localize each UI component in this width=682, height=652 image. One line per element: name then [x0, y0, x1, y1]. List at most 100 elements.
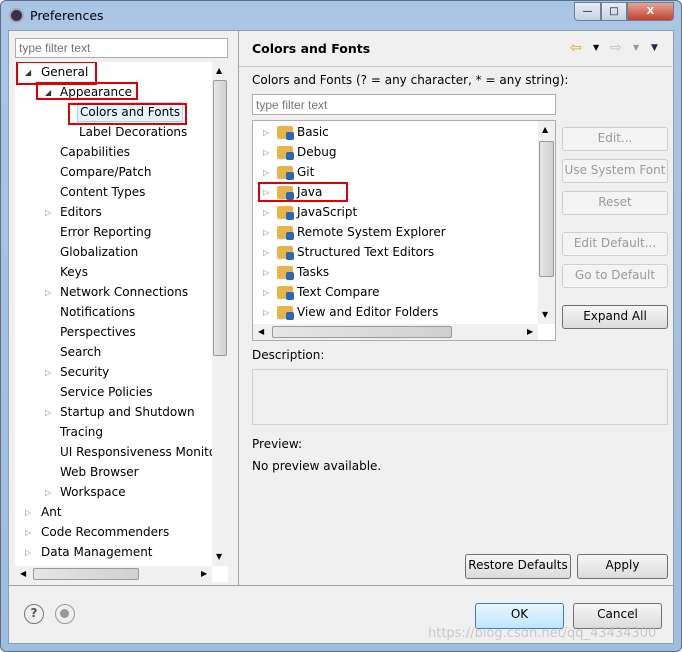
collapsed-arrow-icon[interactable]: ▷ [263, 203, 269, 223]
close-button[interactable]: X [627, 2, 674, 21]
maximize-button[interactable]: □ [601, 2, 627, 21]
scroll-thumb[interactable] [33, 568, 139, 580]
page-title: Colors and Fonts [252, 41, 371, 56]
window-title: Preferences [30, 8, 104, 23]
tree-item[interactable]: Capabilities [15, 142, 212, 162]
tree-item[interactable]: UI Responsiveness Monitoring [15, 442, 228, 462]
apply-button[interactable]: Apply [577, 554, 668, 579]
tree-item[interactable]: Keys [15, 262, 212, 282]
font-folder-icon [277, 206, 294, 220]
tree-item[interactable]: ▷ Startup and Shutdown [15, 402, 212, 422]
tree-item[interactable]: Perspectives [15, 322, 212, 342]
tree-item[interactable]: ▷ Data Management [15, 542, 212, 562]
preference-tree: ◢ General ◢ Appearance Colors and Fonts Label… [15, 62, 228, 582]
scroll-thumb[interactable] [539, 141, 554, 277]
collapsed-arrow-icon[interactable]: ▷ [263, 283, 269, 303]
scroll-thumb[interactable] [213, 80, 227, 356]
category-item[interactable]: ▷ Debug [253, 142, 538, 162]
header-separator [239, 66, 674, 67]
description-label: Description: [252, 348, 325, 362]
go-to-default-button[interactable]: Go to Default [562, 264, 668, 288]
collapsed-arrow-icon[interactable]: ▷ [25, 523, 31, 543]
tree-item[interactable]: ▷ Editors [15, 202, 212, 222]
collapsed-arrow-icon[interactable]: ▷ [45, 363, 51, 383]
tree-item[interactable]: ▷ Ant [15, 502, 212, 522]
tree-item-label: Capabilities [60, 145, 130, 159]
tree-item[interactable]: Error Reporting [15, 222, 212, 242]
tree-item[interactable]: Service Policies [15, 382, 212, 402]
view-menu-icon[interactable]: ▼ [651, 43, 658, 53]
font-folder-icon [277, 226, 294, 240]
back-menu-icon[interactable]: ▼ [593, 43, 599, 52]
category-item[interactable]: ▷ View and Editor Folders [253, 302, 538, 322]
category-item[interactable]: ▷ JavaScript [253, 202, 538, 222]
collapsed-arrow-icon[interactable]: ▷ [45, 203, 51, 223]
edit-default-button[interactable]: Edit Default... [562, 232, 668, 256]
forward-menu-icon[interactable]: ▼ [633, 43, 639, 52]
tree-item[interactable]: Label Decorations [15, 122, 212, 142]
tree-item[interactable]: Content Types [15, 182, 212, 202]
tree-item[interactable]: Compare/Patch [15, 162, 212, 182]
tree-item[interactable]: Web Browser [15, 462, 212, 482]
tree-item-label: Perspectives [60, 325, 136, 339]
eclipse-app-icon [9, 8, 24, 23]
left-filter-input[interactable] [15, 38, 228, 58]
tree-item-label: Network Connections [60, 285, 189, 299]
tree-item-label: Ant [41, 505, 62, 519]
collapsed-arrow-icon[interactable]: ▷ [263, 263, 269, 283]
font-folder-icon [277, 246, 294, 260]
tree-item[interactable]: ▷ Code Recommenders [15, 522, 212, 542]
tree-item-label: Compare/Patch [60, 165, 152, 179]
restore-defaults-button[interactable]: Restore Defaults [465, 554, 571, 579]
category-item[interactable]: ▷ Tasks [253, 262, 538, 282]
collapsed-arrow-icon[interactable]: ▷ [263, 123, 269, 143]
record-icon[interactable] [55, 604, 75, 624]
tree-horizontal-scrollbar[interactable]: ◀ ▶ [15, 566, 212, 582]
collapsed-arrow-icon[interactable]: ▷ [263, 163, 269, 183]
category-label: Tasks [297, 265, 330, 279]
tree-vertical-scrollbar[interactable]: ▲ ▼ [212, 62, 228, 566]
expand-all-button[interactable]: Expand All [562, 305, 668, 329]
back-arrow-icon[interactable]: ⇦ [570, 40, 582, 56]
tree-item[interactable]: ▷ Workspace [15, 482, 212, 502]
collapsed-arrow-icon[interactable]: ▷ [263, 303, 269, 323]
tree-item[interactable]: ▷ Network Connections [15, 282, 212, 302]
right-tree-horizontal-scrollbar[interactable]: ◀ ▶ [253, 324, 538, 340]
category-label: Git [297, 165, 315, 179]
edit-button[interactable]: Edit... [562, 127, 668, 151]
collapsed-arrow-icon[interactable]: ▷ [263, 223, 269, 243]
collapsed-arrow-icon[interactable]: ▷ [45, 483, 51, 503]
tree-item[interactable]: ▷ Security [15, 362, 212, 382]
tree-item[interactable]: Notifications [15, 302, 212, 322]
collapsed-arrow-icon[interactable]: ▷ [45, 283, 51, 303]
scroll-thumb[interactable] [272, 326, 452, 338]
right-filter-input[interactable] [252, 94, 556, 115]
tree-item[interactable]: Search [15, 342, 212, 362]
collapsed-arrow-icon[interactable]: ▷ [263, 143, 269, 163]
category-item[interactable]: ▷ Basic [253, 122, 538, 142]
reset-button[interactable]: Reset [562, 191, 668, 215]
tree-item[interactable]: Globalization [15, 242, 212, 262]
tree-item-label: Keys [60, 265, 89, 279]
tree-item[interactable]: Tracing [15, 422, 212, 442]
category-item[interactable]: ▷ Git [253, 162, 538, 182]
use-system-font-button[interactable]: Use System Font [562, 159, 668, 183]
collapsed-arrow-icon[interactable]: ▷ [25, 543, 31, 563]
preview-text: No preview available. [252, 459, 382, 473]
help-icon[interactable]: ? [24, 604, 44, 624]
font-folder-icon [277, 286, 294, 300]
category-item[interactable]: ▷ Structured Text Editors [253, 242, 538, 262]
tree-item-label: Web Browser [60, 465, 139, 479]
highlight-box [36, 82, 138, 100]
right-tree-vertical-scrollbar[interactable]: ▲ ▼ [538, 121, 555, 324]
category-item[interactable]: ▷ Remote System Explorer [253, 222, 538, 242]
tree-item-label: Label Decorations [79, 125, 188, 139]
category-item[interactable]: ▷ Text Compare [253, 282, 538, 302]
collapsed-arrow-icon[interactable]: ▷ [263, 243, 269, 263]
collapsed-arrow-icon[interactable]: ▷ [45, 403, 51, 423]
collapsed-arrow-icon[interactable]: ▷ [25, 503, 31, 523]
category-label: View and Editor Folders [297, 305, 439, 319]
minimize-button[interactable]: — [574, 2, 601, 21]
category-label: Remote System Explorer [297, 225, 446, 239]
forward-arrow-icon[interactable]: ⇨ [610, 40, 622, 56]
